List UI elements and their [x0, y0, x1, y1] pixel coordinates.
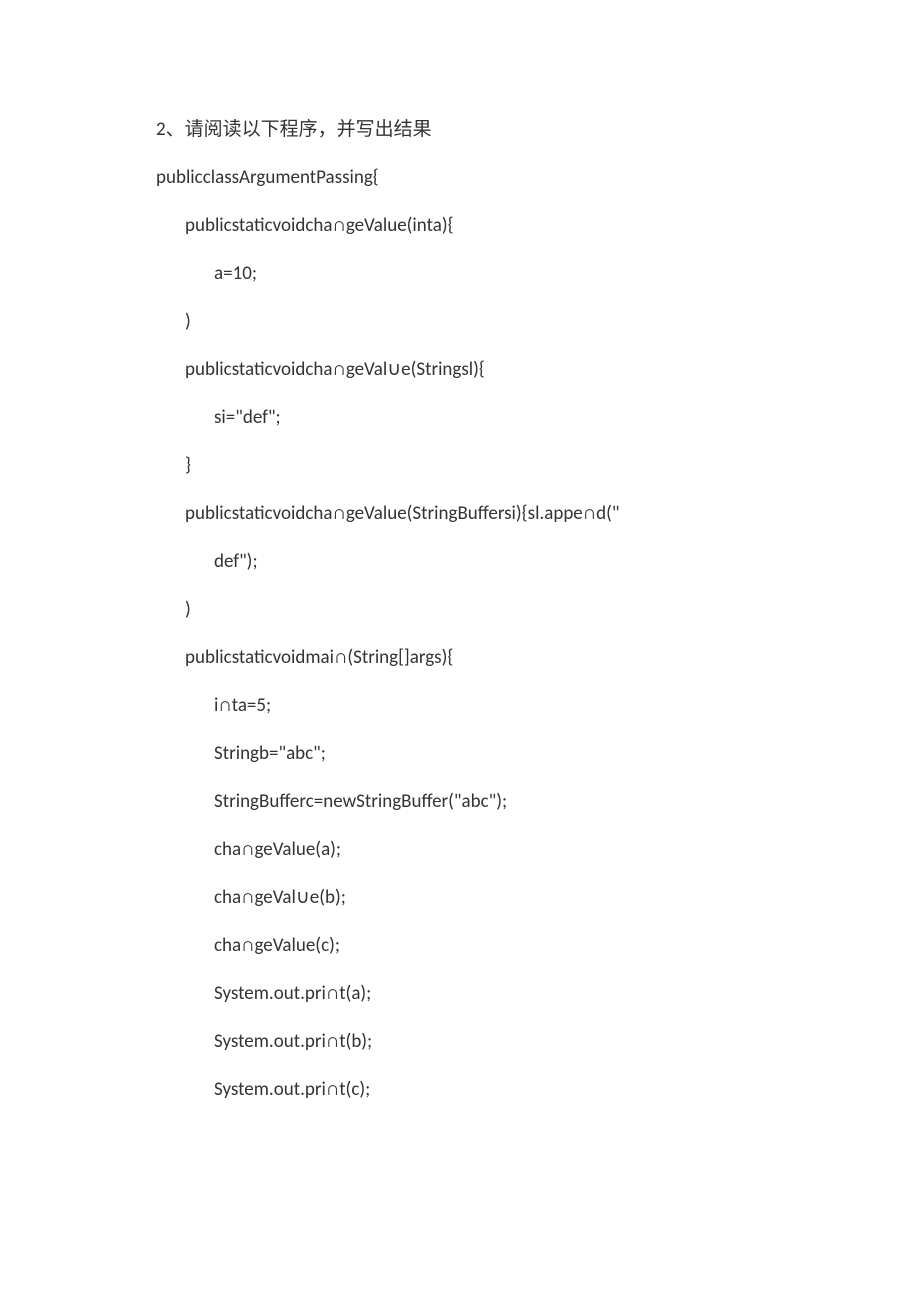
- code-line: cha∩geVal∪e(b);: [156, 888, 920, 907]
- code-line: ): [156, 312, 920, 331]
- code-line: publicstaticvoidcha∩geValue(StringBuffer…: [156, 504, 920, 523]
- code-line: si="def";: [156, 408, 920, 427]
- code-line: cha∩geValue(c);: [156, 936, 920, 955]
- code-line: System.out.pri∩t(c);: [156, 1080, 920, 1099]
- code-line: }: [156, 456, 920, 475]
- code-line: a=10;: [156, 264, 920, 283]
- code-line: publicstaticvoidcha∩geValue(inta){: [156, 216, 920, 235]
- code-line: def");: [156, 552, 920, 571]
- code-line: StringBufferc=newStringBuffer("abc");: [156, 792, 920, 811]
- code-line: i∩ta=5;: [156, 696, 920, 715]
- code-line: publicclassArgumentPassing{: [156, 168, 920, 187]
- code-line: System.out.pri∩t(b);: [156, 1032, 920, 1051]
- code-line: publicstaticvoidmai∩(String[]args){: [156, 648, 920, 667]
- code-line: Stringb="abc";: [156, 744, 920, 763]
- code-line: cha∩geValue(a);: [156, 840, 920, 859]
- code-line: ): [156, 600, 920, 619]
- code-line: System.out.pri∩t(a);: [156, 984, 920, 1003]
- code-line: publicstaticvoidcha∩geVal∪e(Stringsl){: [156, 360, 920, 379]
- question-title: 2、请阅读以下程序，并写出结果: [156, 120, 920, 139]
